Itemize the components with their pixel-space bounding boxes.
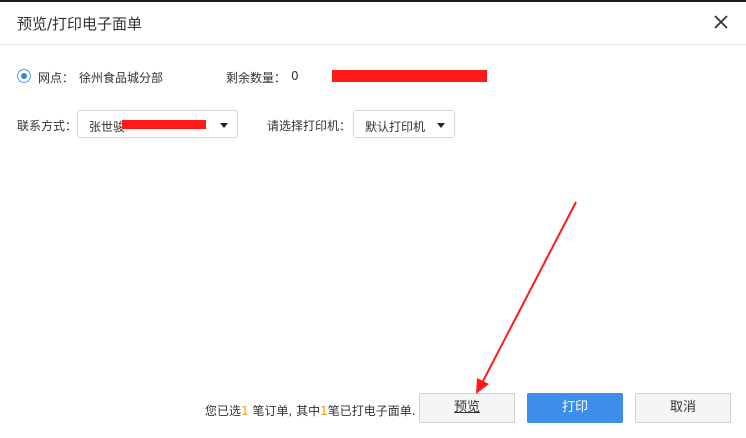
printer-select[interactable]: 默认打印机 — [353, 110, 455, 138]
remaining-label: 剩余数量： — [226, 71, 287, 85]
preview-button[interactable]: 预览 — [419, 393, 515, 423]
redacted-notice — [332, 70, 487, 82]
chevron-down-icon — [220, 123, 228, 128]
site-label: 网点： — [38, 71, 75, 85]
summary-text-c: 笔已打电子面单. — [327, 404, 416, 418]
contact-select[interactable]: 张世骏 — [77, 110, 238, 138]
annotation-arrow — [476, 201, 577, 394]
redacted-phone — [122, 120, 206, 129]
selected-count: 1 — [241, 404, 249, 418]
contact-selected: 张世骏 — [89, 120, 126, 134]
dialog-header: 预览/打印电子面单 — [0, 2, 746, 45]
summary-text-a: 您已选 — [205, 404, 242, 418]
close-icon[interactable] — [710, 11, 732, 33]
print-button[interactable]: 打印 — [527, 393, 623, 423]
printer-selected: 默认打印机 — [365, 120, 426, 134]
contact-label: 联系方式： — [17, 119, 78, 133]
summary-text-b: 笔订单, 其中 — [248, 404, 321, 418]
cancel-button[interactable]: 取消 — [635, 393, 731, 423]
printer-label: 请选择打印机： — [267, 119, 352, 133]
dialog-title: 预览/打印电子面单 — [17, 15, 143, 33]
chevron-down-icon — [437, 123, 445, 128]
site-radio[interactable] — [17, 69, 31, 83]
printed-count: 1 — [320, 404, 328, 418]
selection-summary: 您已选1 笔订单, 其中1笔已打电子面单. — [205, 402, 416, 419]
site-value: 徐州食品城分部 — [79, 71, 164, 85]
remaining-value: 0 — [291, 69, 299, 83]
